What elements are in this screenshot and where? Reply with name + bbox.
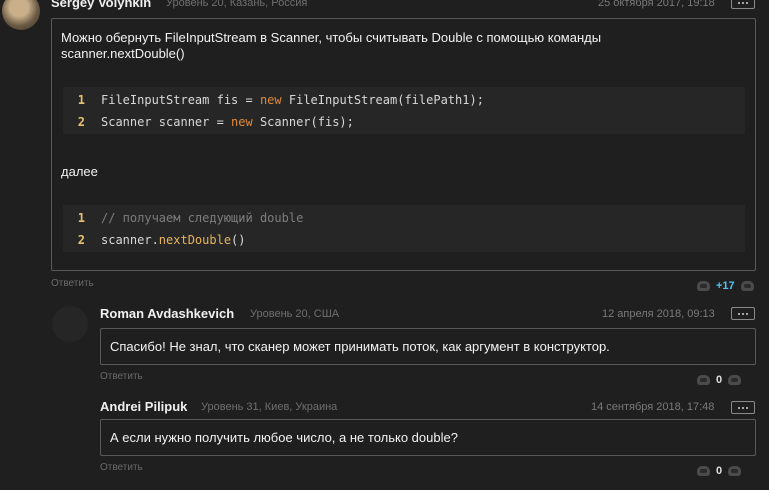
reply-link[interactable]: Ответить <box>100 462 143 473</box>
downvote-icon[interactable] <box>728 466 742 476</box>
reply-body: Спасибо! Не знал, что сканер может прини… <box>100 328 756 365</box>
upvote-icon[interactable] <box>697 466 710 476</box>
more-options-button[interactable] <box>731 401 755 414</box>
vote-control: 0 <box>697 374 742 386</box>
reply-link[interactable]: Ответить <box>100 371 143 382</box>
comment-text-mid: далее <box>61 164 98 179</box>
reply-link[interactable]: Ответить <box>51 278 94 289</box>
code-block-2: 1// получаем следующий double 2 scanner. n… <box>63 205 745 252</box>
vote-count: 0 <box>716 374 723 386</box>
comment-date: 25 октября 2017, 19:18 <box>598 0 715 9</box>
comment-author[interactable]: Sergey Volynkin <box>51 0 151 10</box>
vote-count: 0 <box>716 465 723 477</box>
code-line: 2 scanner. nextDouble() <box>77 233 246 247</box>
comment-meta: Уровень 20, Казань, Россия <box>166 0 308 9</box>
code-line: 2 Scanner scanner = new Scanner(fis); <box>77 115 354 129</box>
code-block-1: 1 FileInputStream fis = new FileInputStre… <box>63 87 745 134</box>
upvote-icon[interactable] <box>697 281 710 291</box>
reply-date: 12 апреля 2018, 09:13 <box>602 308 715 320</box>
avatar[interactable] <box>52 306 88 342</box>
more-options-icon <box>738 312 740 315</box>
reply-text: А если нужно получить любое число, а не … <box>110 430 458 445</box>
vote-control: 0 <box>697 465 742 477</box>
avatar[interactable] <box>2 0 40 30</box>
vote-control: +17 <box>697 280 754 292</box>
reply-author[interactable]: Roman Avdashkevich <box>100 306 234 321</box>
reply-meta: Уровень 20, США <box>250 308 340 320</box>
downvote-icon[interactable] <box>740 281 754 291</box>
comment-text: Можно обернуть FileInputStream в Scanner… <box>61 30 602 61</box>
reply-author[interactable]: Andrei Pilipuk <box>100 399 187 414</box>
more-options-icon <box>738 1 740 4</box>
downvote-icon[interactable] <box>728 375 742 385</box>
reply-text: Спасибо! Не знал, что сканер может прини… <box>110 339 610 354</box>
vote-count: +17 <box>716 280 735 292</box>
reply-date: 14 сентября 2018, 17:48 <box>591 401 715 413</box>
more-options-button[interactable] <box>731 0 755 9</box>
reply-body: А если нужно получить любое число, а не … <box>100 419 756 456</box>
comment-body: Можно обернуть FileInputStream в Scanner… <box>51 18 756 271</box>
upvote-icon[interactable] <box>697 375 710 385</box>
reply-meta: Уровень 31, Киев, Украина <box>201 401 338 413</box>
code-line: 1// получаем следующий double <box>77 211 304 225</box>
more-options-button[interactable] <box>731 307 755 320</box>
code-line: 1 FileInputStream fis = new FileInputStre… <box>77 93 484 107</box>
more-options-icon <box>738 406 740 409</box>
